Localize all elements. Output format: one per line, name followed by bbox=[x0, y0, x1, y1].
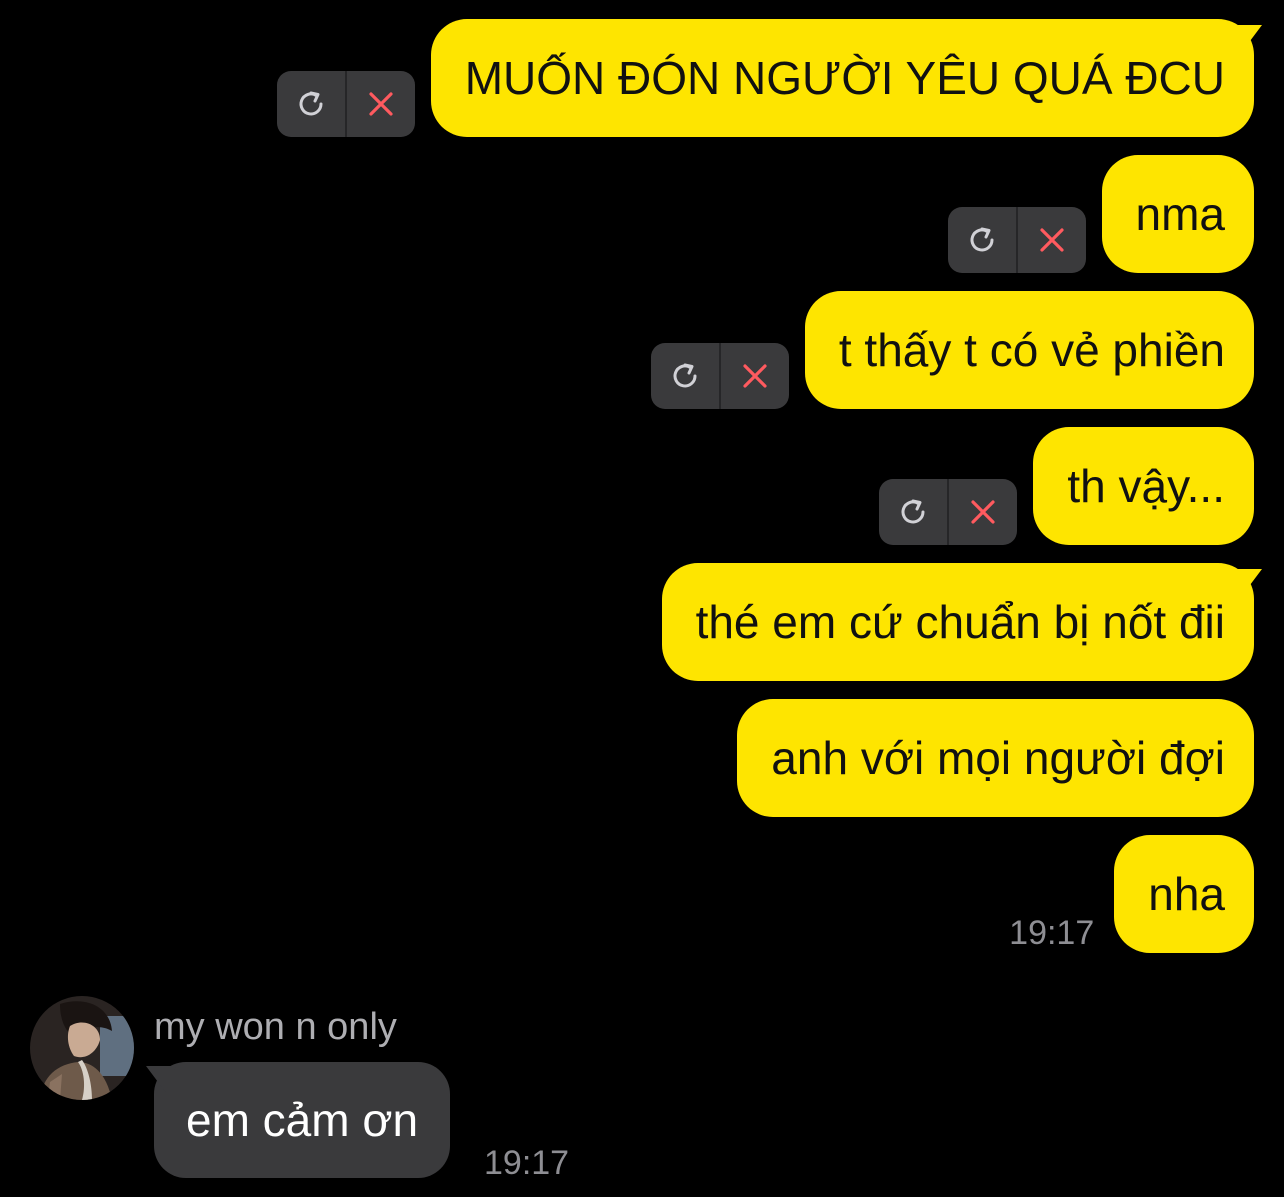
retry-icon bbox=[299, 91, 323, 116]
outgoing-message-bubble[interactable]: nma bbox=[1101, 155, 1254, 273]
message-timestamp: 19:17 bbox=[1009, 914, 1095, 952]
delete-button[interactable] bbox=[1018, 207, 1086, 273]
incoming-message-bubble[interactable]: em cảm ơn bbox=[154, 1062, 451, 1178]
outgoing-message-bubble[interactable]: t thấy t có vẻ phiền bbox=[804, 291, 1254, 409]
failed-message-controls bbox=[276, 71, 415, 137]
delete-button[interactable] bbox=[949, 479, 1017, 545]
message-row: 19:17 nha bbox=[1009, 835, 1254, 953]
retry-button[interactable] bbox=[948, 207, 1016, 273]
failed-message-controls bbox=[879, 479, 1018, 545]
message-row: MUỐN ĐÓN NGƯỜI YÊU QUÁ ĐCU bbox=[276, 19, 1254, 137]
avatar[interactable] bbox=[30, 996, 134, 1100]
failed-message-controls bbox=[650, 343, 789, 409]
outgoing-message-bubble[interactable]: anh với mọi người đợi bbox=[737, 699, 1254, 817]
sender-name: my won n only bbox=[154, 1006, 397, 1048]
message-row: nma bbox=[947, 155, 1254, 273]
close-icon bbox=[743, 364, 767, 388]
message-row: t thấy t có vẻ phiền bbox=[650, 291, 1254, 409]
close-icon bbox=[1039, 228, 1064, 252]
outgoing-message-bubble[interactable]: nha bbox=[1114, 835, 1254, 953]
retry-button[interactable] bbox=[879, 479, 947, 545]
delete-button[interactable] bbox=[721, 343, 789, 409]
retry-button[interactable] bbox=[277, 71, 345, 137]
avatar-image bbox=[30, 996, 134, 1100]
delete-button[interactable] bbox=[347, 71, 415, 137]
outgoing-message-bubble[interactable]: MUỐN ĐÓN NGƯỜI YÊU QUÁ ĐCU bbox=[430, 19, 1254, 137]
retry-button[interactable] bbox=[651, 343, 719, 409]
message-row: thé em cứ chuẩn bị nốt đii bbox=[661, 563, 1254, 681]
close-icon bbox=[369, 92, 393, 116]
outgoing-message-bubble[interactable]: thé em cứ chuẩn bị nốt đii bbox=[661, 563, 1254, 681]
close-icon bbox=[971, 500, 995, 524]
retry-icon bbox=[673, 363, 697, 388]
message-row: th vậy... bbox=[879, 427, 1254, 545]
retry-icon bbox=[901, 499, 925, 524]
failed-message-controls bbox=[947, 207, 1086, 273]
message-row: anh với mọi người đợi bbox=[737, 699, 1254, 817]
message-timestamp: 19:17 bbox=[484, 1144, 570, 1182]
outgoing-message-bubble[interactable]: th vậy... bbox=[1033, 427, 1254, 545]
retry-icon bbox=[970, 227, 994, 252]
